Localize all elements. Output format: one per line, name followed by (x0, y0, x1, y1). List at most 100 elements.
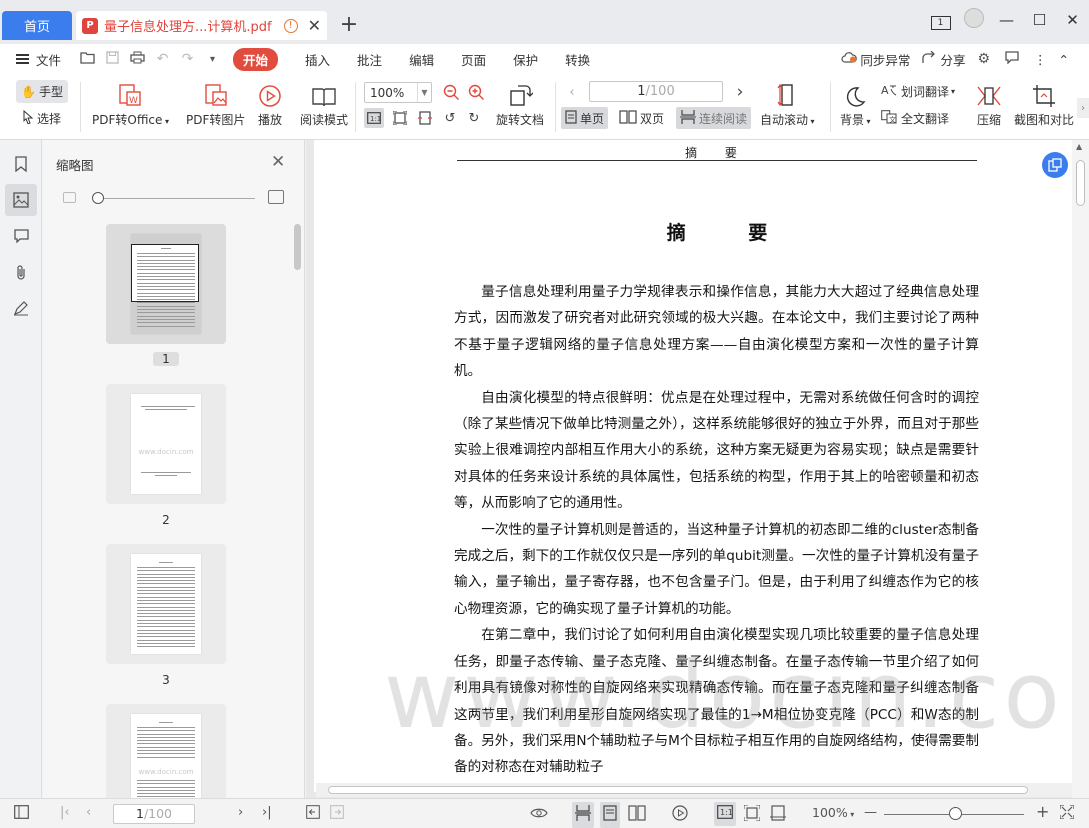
fit-page-icon[interactable] (390, 108, 410, 128)
floating-tool-button[interactable] (1042, 152, 1068, 178)
menu-tab-edit[interactable]: 编辑 (409, 50, 434, 69)
compress-button[interactable]: 压缩 (976, 80, 1002, 128)
next-page-icon[interactable]: › (730, 82, 750, 102)
screenshot-compare-button[interactable]: 截图和对比 (1014, 80, 1074, 128)
document-viewport[interactable]: 摘 要 摘 要 量子信息处理利用量子力学规律表示和操作信息，其能力大大超过了经典… (306, 140, 1089, 798)
signature-icon[interactable] (5, 292, 37, 324)
toolbar-scroll-right-button[interactable]: › (1077, 98, 1089, 118)
play-icon[interactable] (672, 805, 688, 825)
thumbnail-size-slider[interactable] (63, 190, 293, 206)
back-icon[interactable] (306, 805, 320, 823)
thumbnail-icon[interactable] (5, 184, 37, 216)
prev-page-icon[interactable]: ‹ (86, 805, 91, 820)
pdf-to-image-button[interactable]: PDF转图片 (186, 80, 245, 128)
next-page-icon[interactable]: › (238, 805, 243, 820)
rotate-right-icon[interactable]: ↻ (464, 108, 484, 128)
background-button[interactable]: 背景 ▾ (840, 80, 871, 128)
vertical-scrollbar-thumb[interactable] (1076, 160, 1085, 206)
thumbnail-page-4[interactable]: www.docin.com (106, 704, 226, 798)
menu-tab-page[interactable]: 页面 (461, 50, 486, 69)
zoom-out-button[interactable]: — (864, 805, 877, 820)
pdf-to-office-button[interactable]: W PDF转Office ▾ (92, 80, 169, 128)
zoom-out-icon[interactable] (441, 82, 461, 102)
sync-status-button[interactable]: 同步异常 (841, 50, 910, 69)
zoom-select[interactable]: 100% ▼ (364, 82, 432, 103)
attachment-icon[interactable] (5, 256, 37, 288)
close-icon[interactable]: ✕ (271, 152, 285, 172)
toggle-sidebar-icon[interactable] (14, 805, 29, 823)
page-number-input[interactable]: 1/100 (589, 81, 723, 102)
continuous-view-icon[interactable] (572, 802, 594, 828)
hand-tool-button[interactable]: ✋ 手型 (16, 80, 68, 103)
save-icon[interactable] (100, 50, 125, 68)
minimize-button[interactable]: — (990, 11, 1023, 29)
redo-icon[interactable]: ↷ (175, 51, 200, 67)
menu-right-group: 同步异常 分享 ⚙ ⋮ ⌃ (829, 44, 1069, 74)
first-page-icon[interactable]: |‹ (60, 805, 70, 820)
actual-size-icon[interactable]: 1:1 (364, 108, 384, 128)
play-button[interactable]: 播放 (258, 80, 282, 128)
word-translate-button[interactable]: A 划词翻译 ▾ (881, 83, 955, 100)
share-button[interactable]: 分享 (922, 50, 965, 69)
tab-document[interactable]: P 量子信息处理方...计算机.pdf ! ✕ (76, 11, 327, 40)
fit-width-icon[interactable] (415, 108, 435, 128)
continuous-read-button[interactable]: 连续阅读 (676, 107, 752, 129)
warning-icon[interactable]: ! (283, 18, 298, 33)
single-page-button[interactable]: 单页 (561, 107, 609, 129)
thumbnail-page-1[interactable] (106, 224, 226, 344)
eye-protection-icon[interactable] (530, 805, 548, 823)
prev-page-icon[interactable]: ‹ (562, 82, 582, 102)
select-tool-button[interactable]: 选择 (16, 107, 68, 130)
collapse-ribbon-button[interactable]: ⌃ (1059, 52, 1069, 67)
status-page-input[interactable]: 1/100 (113, 804, 195, 824)
double-view-icon[interactable] (628, 805, 646, 825)
double-page-button[interactable]: 双页 (615, 107, 668, 129)
window-close-button[interactable]: ✕ (1056, 11, 1089, 29)
tab-close-button[interactable]: ✕ (308, 16, 321, 35)
menu-tab-start[interactable]: 开始 (233, 47, 279, 71)
scroll-up-arrow-icon[interactable]: ▲ (1076, 142, 1082, 151)
menu-tab-convert[interactable]: 转换 (565, 50, 590, 69)
more-button[interactable]: ⋮ (1034, 52, 1047, 67)
settings-button[interactable]: ⚙ (977, 51, 993, 67)
thumbnail-page-2[interactable]: www.docin.com (106, 384, 226, 504)
rotate-left-icon[interactable]: ↺ (440, 108, 460, 128)
thumbnail-page-3[interactable] (106, 544, 226, 664)
zoom-in-icon[interactable] (466, 82, 486, 102)
fit-page-icon[interactable] (743, 804, 761, 825)
file-menu[interactable]: 文件 (16, 50, 61, 69)
vertical-scrollbar[interactable]: ▲ (1072, 140, 1089, 798)
actual-size-icon[interactable]: 1:1 (714, 802, 736, 826)
fit-width-icon[interactable] (770, 805, 786, 825)
horizontal-scrollbar-thumb[interactable] (328, 786, 1028, 794)
maximize-button[interactable]: ☐ (1023, 11, 1056, 29)
bookmark-icon[interactable] (5, 148, 37, 180)
quick-access-dropdown-icon[interactable]: ▾ (200, 54, 225, 65)
comment-icon[interactable] (5, 220, 37, 252)
menu-tab-insert[interactable]: 插入 (305, 50, 330, 69)
tab-home[interactable]: 首页 (2, 11, 72, 40)
menu-tab-annotate[interactable]: 批注 (357, 50, 382, 69)
fullscreen-icon[interactable] (1059, 804, 1075, 823)
user-avatar-button[interactable] (957, 8, 990, 32)
menu-tab-protect[interactable]: 保护 (513, 50, 538, 69)
auto-scroll-button[interactable]: 自动滚动 ▾ (760, 80, 815, 128)
undo-icon[interactable]: ↶ (150, 51, 175, 67)
last-page-icon[interactable]: ›| (262, 805, 272, 820)
new-tab-button[interactable]: + (337, 12, 361, 38)
full-translate-button[interactable]: 文 全文翻译 (881, 110, 949, 127)
status-zoom-select[interactable]: 100% ▾ (812, 805, 854, 820)
print-icon[interactable] (125, 51, 150, 68)
zoom-in-button[interactable]: + (1036, 802, 1049, 821)
open-folder-icon[interactable] (75, 51, 100, 68)
single-view-icon[interactable] (600, 802, 620, 828)
thumbnail-scrollbar[interactable] (294, 224, 301, 270)
read-mode-button[interactable]: 阅读模式 (300, 80, 348, 128)
zoom-slider-handle[interactable] (949, 807, 962, 820)
horizontal-scrollbar[interactable] (316, 783, 1076, 797)
feedback-button[interactable] (1005, 50, 1022, 68)
slider-handle[interactable] (92, 192, 104, 204)
forward-icon[interactable] (330, 805, 344, 823)
rotate-document-button[interactable]: 旋转文档 (496, 80, 544, 128)
page-indicator-button[interactable]: 1 (924, 11, 957, 30)
